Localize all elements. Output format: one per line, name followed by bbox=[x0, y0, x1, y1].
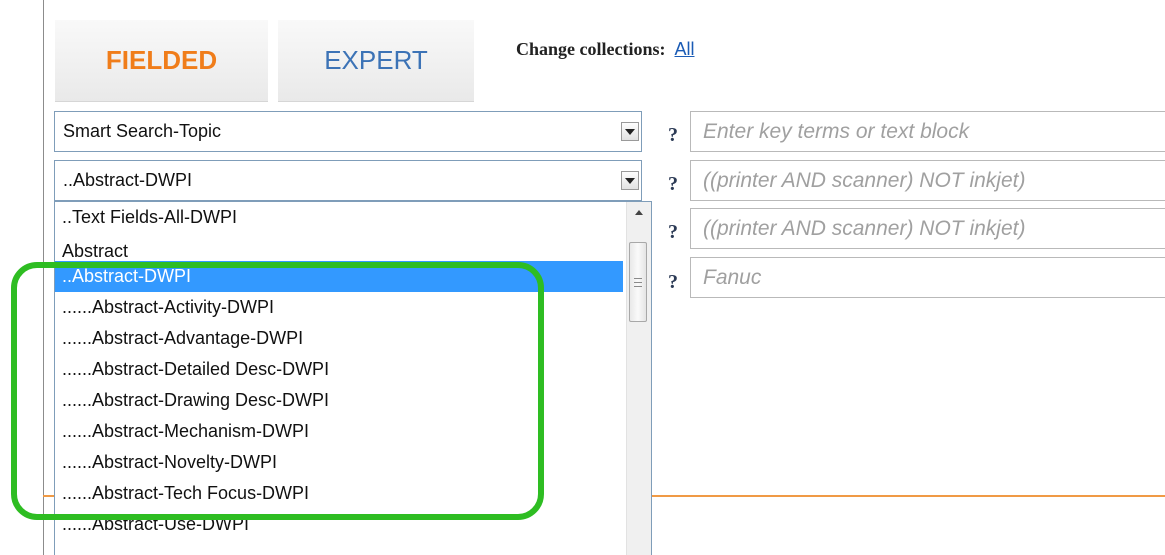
dropdown-option[interactable]: ......Abstract-Mechanism-DWPI bbox=[55, 416, 623, 447]
grip-icon bbox=[634, 277, 642, 287]
dropdown-option[interactable]: ......Abstract-Advantage-DWPI bbox=[55, 323, 623, 354]
dropdown-option[interactable]: ......Abstract-Novelty-DWPI bbox=[55, 447, 623, 478]
search-term-input-1[interactable] bbox=[690, 111, 1165, 152]
divider bbox=[652, 495, 1165, 497]
tab-fielded[interactable]: FIELDED bbox=[55, 20, 268, 102]
field-select-2[interactable]: ..Abstract-DWPI bbox=[54, 160, 642, 201]
dropdown-option[interactable]: ......Abstract-Drawing Desc-DWPI bbox=[55, 385, 623, 416]
dropdown-option[interactable]: Abstract bbox=[55, 233, 623, 261]
help-icon[interactable]: ? bbox=[668, 222, 682, 242]
dropdown-scrollbar[interactable] bbox=[626, 202, 651, 555]
search-term-input-2[interactable] bbox=[690, 160, 1165, 201]
triangle-up-icon[interactable] bbox=[627, 202, 651, 222]
help-icon[interactable]: ? bbox=[668, 125, 682, 145]
search-term-input-4[interactable] bbox=[690, 257, 1165, 298]
tab-expert[interactable]: EXPERT bbox=[278, 20, 474, 102]
scroll-thumb[interactable] bbox=[629, 242, 647, 322]
divider bbox=[43, 495, 54, 497]
help-icon[interactable]: ? bbox=[668, 174, 682, 194]
search-term-input-3[interactable] bbox=[690, 208, 1165, 249]
dropdown-option[interactable]: ..Text Fields-All-DWPI bbox=[55, 202, 623, 233]
field-select-1-value: Smart Search-Topic bbox=[63, 121, 222, 141]
collections-bar: Change collections: All bbox=[516, 34, 695, 64]
chevron-down-icon[interactable] bbox=[621, 171, 639, 190]
help-icon[interactable]: ? bbox=[668, 272, 682, 292]
collections-all-link[interactable]: All bbox=[674, 39, 694, 60]
dropdown-options: ..Text Fields-All-DWPI Abstract ..Abstra… bbox=[55, 202, 623, 540]
collections-label: Change collections: bbox=[516, 38, 666, 59]
dropdown-option-selected[interactable]: ..Abstract-DWPI bbox=[55, 261, 623, 292]
dropdown-option[interactable]: ......Abstract-Detailed Desc-DWPI bbox=[55, 354, 623, 385]
field-select-1[interactable]: Smart Search-Topic bbox=[54, 111, 642, 152]
dropdown-option[interactable]: ......Abstract-Activity-DWPI bbox=[55, 292, 623, 323]
dropdown-option[interactable]: ......Abstract-Use-DWPI bbox=[55, 509, 623, 540]
chevron-down-icon[interactable] bbox=[621, 122, 639, 141]
dropdown-option[interactable]: ......Abstract-Tech Focus-DWPI bbox=[55, 478, 623, 509]
field-select-2-value: ..Abstract-DWPI bbox=[63, 170, 193, 190]
field-dropdown-list[interactable]: ..Text Fields-All-DWPI Abstract ..Abstra… bbox=[54, 201, 652, 555]
